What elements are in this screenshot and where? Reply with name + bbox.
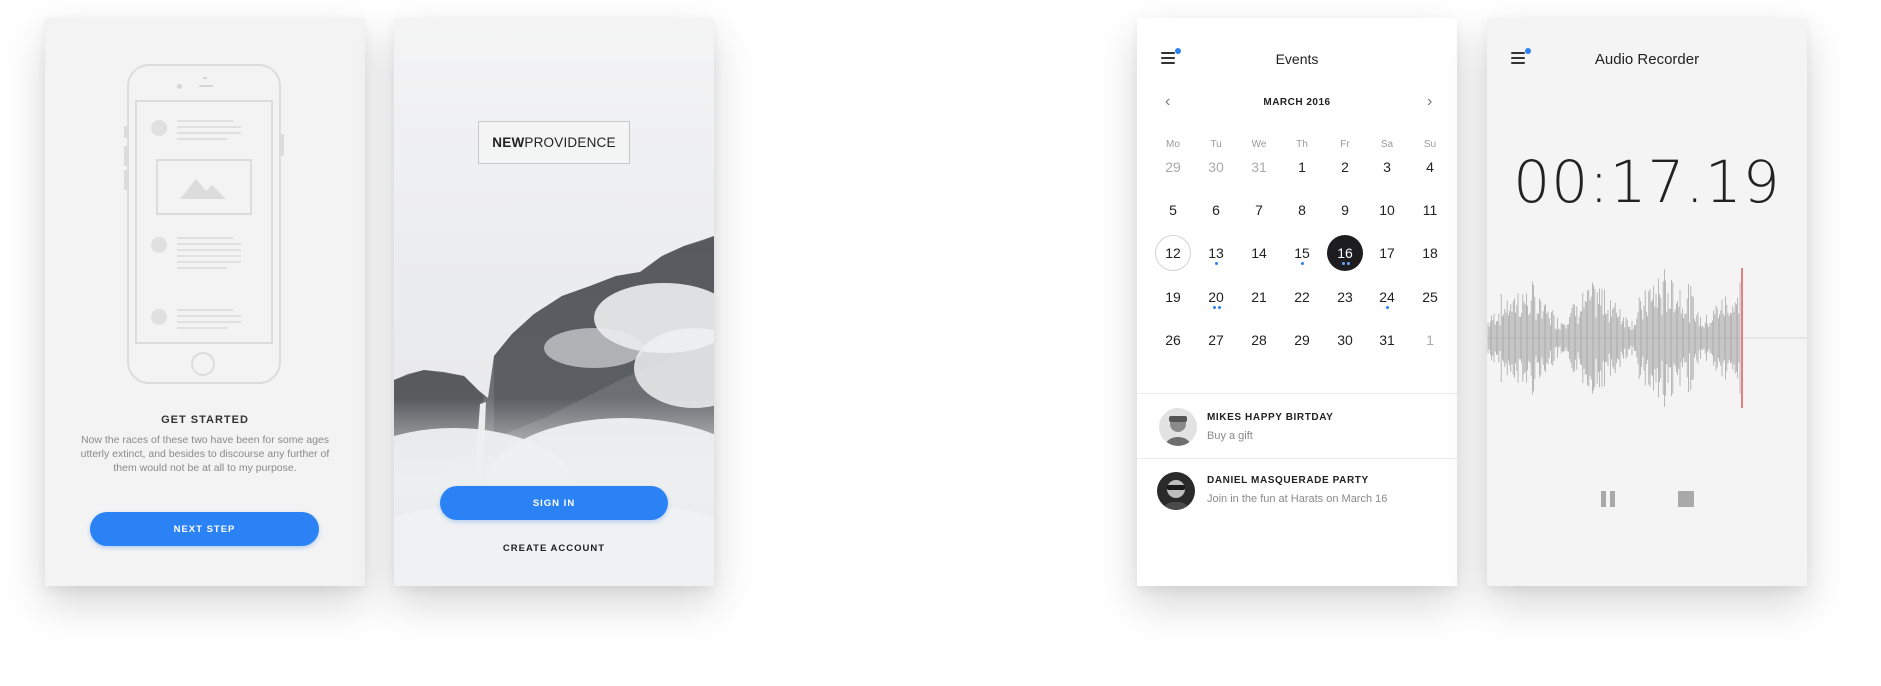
calendar-day[interactable]: 28	[1241, 322, 1277, 358]
audio-recorder-screen: Audio Recorder 00:17.19	[1487, 18, 1807, 586]
avatar	[1157, 472, 1195, 510]
calendar-day[interactable]: 11	[1412, 192, 1448, 228]
calendar-day[interactable]: 13	[1198, 235, 1234, 271]
onboarding-description: Now the races of these two have been for…	[80, 434, 330, 474]
event-subtitle: Buy a gift	[1207, 430, 1253, 442]
calendar-day[interactable]: 12	[1155, 235, 1191, 271]
month-label: MARCH 2016	[1263, 97, 1331, 108]
image-placeholder-icon	[156, 159, 252, 215]
event-title: MIKES HAPPY BIRTDAY	[1207, 412, 1334, 423]
calendar-day[interactable]: 23	[1327, 279, 1363, 315]
calendar-day[interactable]: 29	[1155, 149, 1191, 185]
event-title: DANIEL MASQUERADE PARTY	[1207, 475, 1369, 486]
recording-timer: 00:17.19	[1513, 148, 1781, 216]
calendar-day[interactable]: 5	[1155, 192, 1191, 228]
event-indicator-dot	[1218, 306, 1221, 309]
create-account-link[interactable]: CREATE ACCOUNT	[394, 543, 714, 554]
calendar-day[interactable]: 4	[1412, 149, 1448, 185]
event-indicator-dot	[1342, 262, 1345, 265]
calendar-day[interactable]: 2	[1327, 149, 1363, 185]
calendar-day[interactable]: 26	[1155, 322, 1191, 358]
onboarding-screen: GET STARTED Now the races of these two h…	[45, 18, 365, 586]
calendar-day[interactable]: 30	[1327, 322, 1363, 358]
pause-icon[interactable]	[1599, 490, 1617, 508]
calendar-day[interactable]: 24	[1369, 279, 1405, 315]
calendar-day[interactable]: 14	[1241, 235, 1277, 271]
page-title: Events	[1275, 51, 1319, 67]
sign-in-button[interactable]: SIGN IN	[440, 486, 668, 520]
calendar-day[interactable]: 21	[1241, 279, 1277, 315]
divider	[1137, 458, 1457, 459]
calendar-day[interactable]: 15	[1284, 235, 1320, 271]
divider	[1137, 393, 1457, 394]
event-indicator-dot	[1347, 262, 1350, 265]
calendar-day[interactable]: 25	[1412, 279, 1448, 315]
calendar-day[interactable]: 18	[1412, 235, 1448, 271]
calendar-day[interactable]: 27	[1198, 322, 1234, 358]
calendar-day[interactable]: 1	[1284, 149, 1320, 185]
stop-icon[interactable]	[1677, 490, 1695, 508]
next-step-button[interactable]: NEXT STEP	[90, 512, 319, 546]
calendar-day[interactable]: 31	[1369, 322, 1405, 358]
event-indicator-dot	[1215, 262, 1218, 265]
calendar-day[interactable]: 10	[1369, 192, 1405, 228]
avatar	[1159, 408, 1197, 446]
calendar-day[interactable]: 20	[1198, 279, 1234, 315]
calendar-day[interactable]: 19	[1155, 279, 1191, 315]
event-indicator-dot	[1213, 306, 1216, 309]
chevron-right-icon[interactable]: ›	[1427, 94, 1432, 110]
login-screen: NEW PROVIDENCE SIGN IN CREATE ACCOUNT	[394, 18, 714, 586]
calendar-day[interactable]: 16	[1327, 235, 1363, 271]
onboarding-title: GET STARTED	[161, 414, 249, 426]
calendar-day[interactable]: 9	[1327, 192, 1363, 228]
events-screen: Events ‹ MARCH 2016 › MIKES HAPPY BIRTDA…	[1137, 18, 1457, 586]
event-indicator-dot	[1301, 262, 1304, 265]
calendar-day[interactable]: 7	[1241, 192, 1277, 228]
calendar-day[interactable]: 29	[1284, 322, 1320, 358]
event-subtitle: Join in the fun at Harats on March 16	[1207, 493, 1388, 505]
calendar-day[interactable]: 17	[1369, 235, 1405, 271]
calendar-day[interactable]: 31	[1241, 149, 1277, 185]
calendar-day[interactable]: 8	[1284, 192, 1320, 228]
calendar-day[interactable]: 3	[1369, 149, 1405, 185]
page-title: Audio Recorder	[1594, 51, 1700, 68]
brand-logo: NEW PROVIDENCE	[478, 121, 630, 164]
phone-wireframe-illustration	[124, 64, 284, 384]
calendar-day[interactable]: 6	[1198, 192, 1234, 228]
audio-waveform	[1487, 268, 1807, 408]
calendar-day[interactable]: 30	[1198, 149, 1234, 185]
calendar-day[interactable]: 1	[1412, 322, 1448, 358]
event-indicator-dot	[1386, 306, 1389, 309]
calendar-day[interactable]: 22	[1284, 279, 1320, 315]
